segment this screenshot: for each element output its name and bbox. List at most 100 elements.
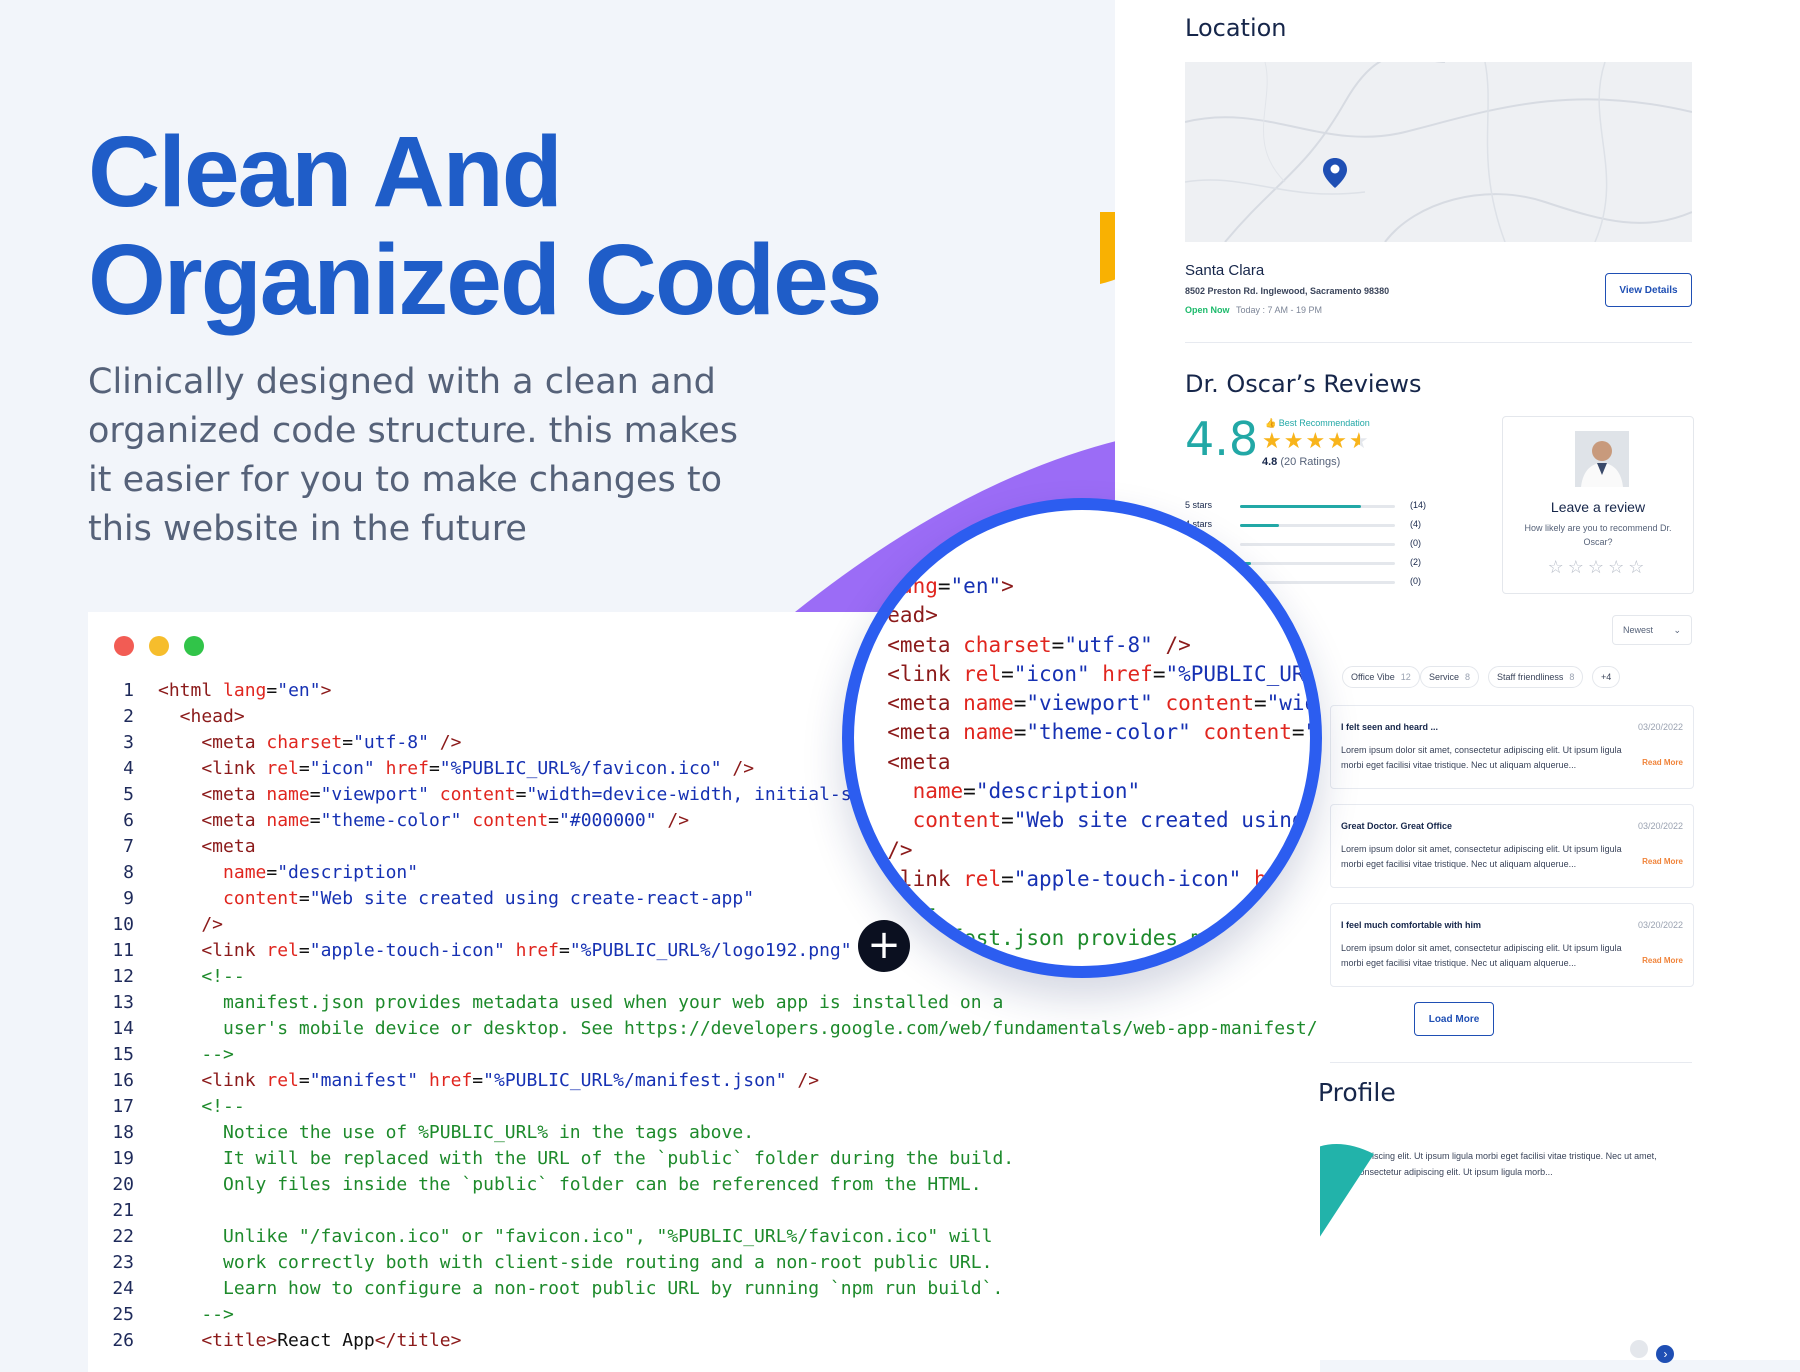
next-arrow-icon[interactable]: › <box>1656 1345 1675 1363</box>
code-token: /> <box>428 732 462 753</box>
code-token: = <box>1051 632 1065 657</box>
rating-bar-track <box>1240 543 1395 546</box>
code-token: <meta <box>158 836 256 857</box>
review-title: Great Doctor. Great Office <box>1341 821 1453 831</box>
read-more-link[interactable]: Read More <box>1642 758 1683 767</box>
line-number: 14 <box>112 1018 134 1039</box>
code-token: = <box>1152 661 1166 686</box>
code-token: = <box>298 888 310 909</box>
code-token: > <box>1001 574 1014 598</box>
review-filter-chip[interactable]: Staff friendliness 8 <box>1488 666 1584 688</box>
chip-label: Office Vibe <box>1351 672 1395 682</box>
code-token: rel <box>963 661 1002 686</box>
empty-star-icon[interactable]: ☆ <box>1548 557 1568 577</box>
code-token: = <box>937 574 951 598</box>
code-token: <html <box>158 680 224 701</box>
rating-small: 4.8 <box>1262 456 1278 468</box>
half-star-icon: ★ <box>1348 428 1371 453</box>
hero-description: Clinically designed with a clean and org… <box>88 362 738 549</box>
read-more-link[interactable]: Read More <box>1642 956 1683 965</box>
divider <box>1185 342 1692 343</box>
line-number: 7 <box>123 836 134 857</box>
profile-text: adipiscing elit. Ut ipsum ligula morbi e… <box>1355 1151 1657 1177</box>
location-title: Location <box>1185 14 1287 42</box>
code-token: = <box>266 680 278 701</box>
review-date: 03/20/2022 <box>1637 821 1683 831</box>
minimize-window-dot[interactable] <box>149 636 169 656</box>
code-token: lang <box>223 680 267 701</box>
code-token: /> <box>656 810 690 831</box>
code-token: rel <box>266 758 299 779</box>
star-rating-input[interactable]: ☆☆☆☆☆ <box>1503 557 1693 578</box>
empty-star-icon[interactable]: ☆ <box>1588 557 1608 577</box>
close-window-dot[interactable] <box>114 636 134 656</box>
load-more-button[interactable]: Load More <box>1414 1002 1494 1036</box>
review-filter-chip[interactable]: Service 8 <box>1420 666 1480 688</box>
code-token: charset <box>963 632 1052 657</box>
location-map[interactable] <box>1185 62 1692 242</box>
code-token: href <box>374 758 429 779</box>
clinic-address: 8502 Preston Rd. Inglewood, Sacramento 9… <box>1185 286 1390 296</box>
chevron-down-icon: ⌄ <box>1673 624 1681 635</box>
rating-bar-count: (14) <box>1410 500 1427 510</box>
leave-review-card: Leave a review How likely are you to rec… <box>1502 416 1694 594</box>
line-number: 2 <box>123 706 134 727</box>
rating-stars: ★★★★★ <box>1262 428 1371 454</box>
code-token: <!-- <box>158 966 245 987</box>
line-number: 13 <box>112 992 134 1013</box>
code-line: 18 Notice the use of %PUBLIC_URL% in the… <box>88 1120 1318 1146</box>
line-number: 5 <box>123 784 134 805</box>
review-date: 03/20/2022 <box>1637 920 1683 930</box>
line-number: 20 <box>112 1174 134 1195</box>
code-token: "%PUBLIC_URL%/favicon.ico" <box>439 758 722 779</box>
view-details-button[interactable]: View Details <box>1605 273 1692 307</box>
code-token: /> <box>158 914 224 935</box>
empty-star-icon[interactable]: ☆ <box>1608 557 1628 577</box>
best-recommendation-label: Best Recommendation <box>1278 418 1370 428</box>
code-token: </title> <box>374 1330 462 1351</box>
code-token: <link <box>862 866 964 891</box>
code-token: charset <box>266 732 343 753</box>
plus-icon[interactable]: + <box>858 920 910 972</box>
code-token: name <box>963 691 1014 716</box>
star-icon: ★ <box>1327 428 1349 453</box>
read-more-link[interactable]: Read More <box>1642 857 1683 866</box>
code-token: ifest.json provides m <box>862 925 1204 950</box>
sort-dropdown[interactable]: Newest ⌄ <box>1612 615 1692 645</box>
code-token: content <box>1152 691 1254 716</box>
review-filter-chip[interactable]: Office Vibe 12 <box>1342 666 1420 688</box>
code-token: work correctly both with client-side rou… <box>158 1252 993 1273</box>
review-title: I feel much comfortable with him <box>1341 920 1482 930</box>
rating-bar-row: 5 stars (14) <box>1185 500 1427 514</box>
code-token: <title> <box>158 1330 278 1351</box>
code-token: <link <box>862 661 964 686</box>
code-token: rel <box>266 940 299 961</box>
clinic-name: Santa Clara <box>1185 262 1265 279</box>
rating-bar-count: (2) <box>1410 557 1421 567</box>
code-line: 23 work correctly both with client-side … <box>88 1250 1318 1276</box>
code-token: = <box>1001 661 1014 686</box>
code-token: "description" <box>975 779 1141 804</box>
rating-bar-row: 4 stars (4) <box>1185 519 1425 533</box>
review-item: I felt seen and heard ... 03/20/2022 Lorem… <box>1330 705 1694 789</box>
code-line: <link rel="icon" href="%PUBLIC_URL <box>862 660 1310 689</box>
maximize-window-dot[interactable] <box>184 636 204 656</box>
review-filter-chip[interactable]: +4 <box>1592 666 1621 688</box>
chip-label: Service <box>1429 672 1460 682</box>
line-number: 23 <box>112 1252 134 1273</box>
code-token: "icon" <box>1013 661 1090 686</box>
code-token: React App <box>277 1330 375 1351</box>
rating-bar-count: (0) <box>1410 538 1421 548</box>
code-line: <!-- <box>862 894 1310 923</box>
code-token: <link <box>158 758 267 779</box>
rating-bar-fill <box>1240 524 1279 527</box>
empty-star-icon[interactable]: ☆ <box>1568 557 1588 577</box>
leave-review-question: How likely are you to recommend Dr. Osca… <box>1524 523 1672 547</box>
code-line: 22 Unlike "/favicon.ico" or "favicon.ico… <box>88 1224 1318 1250</box>
code-token: "viewport" <box>320 784 429 805</box>
code-token: lang <box>887 574 938 598</box>
prev-arrow-icon[interactable] <box>1630 1340 1648 1358</box>
code-token: = <box>309 784 321 805</box>
doctor-avatar <box>1575 431 1629 487</box>
empty-star-icon[interactable]: ☆ <box>1628 557 1648 577</box>
